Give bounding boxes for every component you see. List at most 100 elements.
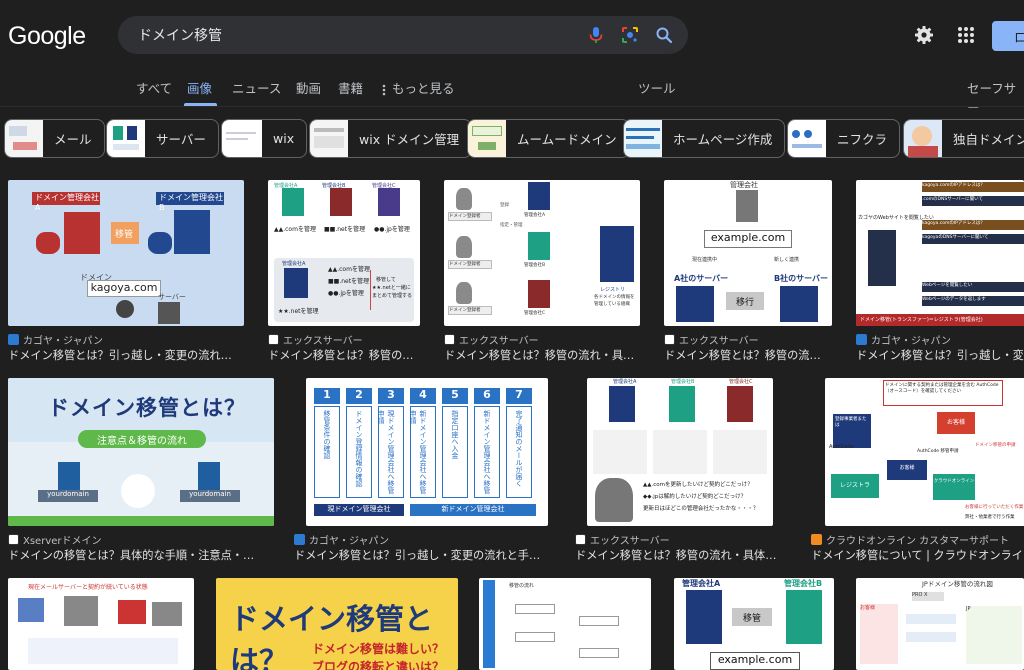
image-result[interactable]: 管理会社 example.com 現在連携中 新しく連携 A社のサーバー B社の… (664, 180, 832, 362)
source-name: エックスサーバー (283, 336, 363, 347)
search-input[interactable] (138, 16, 578, 54)
result-thumbnail[interactable]: 移管の流れ (479, 578, 651, 670)
thumb-text: ▲▲.comを管理 (274, 226, 316, 233)
thumb-text: 管理会社A (682, 579, 721, 588)
result-source[interactable]: エックスサーバー (268, 332, 363, 347)
result-thumbnail[interactable]: JPドメイン移管の流れ図 PRO X お客様 JP (856, 578, 1024, 670)
result-thumbnail[interactable]: 管理会社A 管理会社B 管理会社C ▲▲.comを更新したいけど契約どこだっけ？… (587, 378, 773, 526)
result-title[interactable]: ドメイン移管とは？移管の流… (664, 347, 832, 363)
search-box[interactable] (118, 16, 688, 54)
chip-homepage[interactable]: ホームページ作成 (623, 119, 786, 158)
result-title[interactable]: ドメイン移管とは？移管の流れ・具体… (575, 547, 790, 563)
image-result[interactable]: ドメイン移管とは？ ドメイン移管は難しい？ ブログの移転と違いは？ (216, 578, 458, 670)
tab-images[interactable]: 画像 (187, 78, 212, 97)
result-title[interactable]: ドメイン移管とは？引っ越し・変更の流れと手… (294, 547, 556, 563)
chip-muumuu[interactable]: ムームードメイン (467, 119, 630, 158)
building-icon (736, 190, 758, 222)
result-thumbnail[interactable]: ドメインに関する契約または管理企業を含む AuthCode（オースコード）を確認… (825, 378, 1024, 526)
thumb-text: kagoyaのDNSサーバーに聞いて (922, 234, 1024, 244)
result-source[interactable]: エックスサーバー (664, 332, 759, 347)
image-result[interactable]: 管理会社A 管理会社B 管理会社C ▲▲.comを更新したいけど契約どこだっけ？… (575, 378, 790, 562)
chip-thumbnail (468, 120, 506, 157)
result-source[interactable]: カゴヤ・ジャパン (294, 532, 389, 547)
thumb-text: 管理会社C (729, 379, 753, 385)
apps-grid-icon[interactable] (955, 24, 977, 46)
step-label: ドメイン登録情報の確認 (346, 406, 372, 498)
sign-in-button[interactable]: ロ (992, 21, 1024, 51)
settings-gear-icon[interactable] (913, 24, 935, 46)
result-source[interactable]: クラウドオンライン カスタマーサポート (811, 532, 1009, 547)
thumb-text: yourdomain (38, 490, 98, 502)
thumb-text: 更新日はほどこの管理会社だったかな・・・？ (643, 506, 759, 512)
thumb-text: .comのDNSサーバーに聞いて (922, 196, 1024, 206)
result-source[interactable]: カゴヤ・ジャパン (8, 332, 103, 347)
image-result[interactable]: 1 移管条件の確認 2 ドメイン登録情報の確認 3 現ドメイン管理会社へ移管申請 4 新ドメイ… (294, 378, 556, 562)
chip-thumbnail (107, 120, 145, 157)
thumb-text: まとめて管理する (372, 293, 413, 299)
chip-own-domain[interactable]: 独自ドメイン (903, 119, 1024, 158)
result-title[interactable]: ドメイン移管とは？引っ越し・変更の流れ… (8, 347, 244, 363)
image-result[interactable]: 現在メールサーバーと契約が続いている状態 (8, 578, 194, 670)
result-thumbnail[interactable]: カゴヤのWebサイトを閲覧したい kagoya.comのIPアドレスは？ .co… (856, 180, 1024, 326)
result-title[interactable]: ドメイン移管について | クラウドオンライン (811, 547, 1024, 563)
result-source[interactable]: カゴヤ・ジャパン (856, 332, 951, 347)
tab-books[interactable]: 書籍 (338, 78, 363, 97)
result-source[interactable]: エックスサーバー (575, 532, 670, 547)
thumb-text: ドメイン移管は難しい？ (312, 642, 445, 656)
tab-videos[interactable]: 動画 (296, 78, 321, 97)
tab-news[interactable]: ニュース (232, 78, 281, 97)
thumb-text: レジストリ (600, 287, 626, 293)
result-thumbnail[interactable]: ドメイン移管とは？ ドメイン移管は難しい？ ブログの移転と違いは？ (216, 578, 458, 670)
image-result[interactable]: ドメイン管理会社A ドメイン管理会社B 移管 ドメイン kagoya.com サ… (8, 180, 244, 362)
step-label: 完了通知のメールが届く (506, 406, 532, 498)
search-icon[interactable] (654, 25, 674, 45)
result-thumbnail[interactable]: 管理会社A 管理会社B 管理会社C ▲▲.comを管理 ■■.netを管理 ●●… (268, 180, 420, 326)
image-result[interactable]: 移管の流れ (479, 578, 655, 670)
microphone-icon[interactable] (586, 25, 606, 45)
chip-mail[interactable]: メール (4, 119, 105, 158)
result-source[interactable]: エックスサーバー (444, 332, 539, 347)
image-result[interactable]: ドメインに関する契約または管理企業を含む AuthCode（オースコード）を確認… (811, 378, 1024, 562)
result-thumbnail[interactable]: 1 移管条件の確認 2 ドメイン登録情報の確認 3 現ドメイン管理会社へ移管申請 4 新ドメイ… (306, 378, 548, 526)
safesearch-button[interactable]: セーフサー (967, 78, 1024, 116)
image-result[interactable]: 管理会社A 管理会社B 移管 example.com (674, 578, 834, 670)
result-thumbnail[interactable]: 管理会社 example.com 現在連携中 新しく連携 A社のサーバー B社の… (664, 180, 832, 326)
step-number: 4 (410, 388, 436, 404)
google-logo[interactable]: Google (8, 22, 86, 51)
result-thumbnail[interactable]: 現在メールサーバーと契約が続いている状態 (8, 578, 194, 670)
chip-label: ムームードメイン (517, 132, 617, 147)
chip-thumbnail (904, 120, 942, 157)
result-title[interactable]: ドメイン移管とは？移管の… (268, 347, 420, 363)
result-thumbnail[interactable]: ドメイン管理会社A ドメイン管理会社B 移管 ドメイン kagoya.com サ… (8, 180, 244, 326)
result-title[interactable]: ドメイン移管とは？引っ越し・変 (856, 347, 1024, 363)
thumb-text: ドメイン移管とは？ (48, 396, 246, 420)
result-title[interactable]: ドメイン移管とは？移管の流れ・具… (444, 347, 640, 363)
chip-nifcloud[interactable]: ニフクラ (787, 119, 901, 158)
result-thumbnail[interactable]: 管理会社A 管理会社B 移管 example.com (674, 578, 834, 670)
lens-icon[interactable] (620, 25, 640, 45)
thumb-text: お客様に行っていただく作業 (965, 505, 1024, 510)
thumb-text: 各ドメインの情報を (594, 295, 635, 300)
image-result[interactable]: ドメイン移管とは？ 注意点＆移管の流れ yourdomain yourdomai… (8, 378, 274, 562)
image-result[interactable]: 管理会社A 管理会社B 管理会社C ▲▲.comを管理 ■■.netを管理 ●●… (268, 180, 420, 362)
image-result[interactable]: カゴヤのWebサイトを閲覧したい kagoya.comのIPアドレスは？ .co… (856, 180, 1024, 362)
result-thumbnail[interactable]: ドメイン移管とは？ 注意点＆移管の流れ yourdomain yourdomai… (8, 378, 274, 526)
tab-more[interactable]: もっと見る (392, 78, 455, 97)
result-source[interactable]: Xserverドメイン (8, 532, 102, 547)
chip-server[interactable]: サーバー (106, 119, 219, 158)
result-thumbnail[interactable]: ドメイン登録者 ドメイン登録者 ドメイン登録者 管理会社A 管理会社B 管理会社… (444, 180, 640, 326)
image-result[interactable]: JPドメイン移管の流れ図 PRO X お客様 JP (856, 578, 1024, 670)
building-icon (64, 212, 100, 254)
step-number: 5 (442, 388, 468, 404)
chip-thumbnail (624, 120, 662, 157)
chip-wix[interactable]: wix (221, 119, 308, 158)
tools-button[interactable]: ツール (638, 78, 676, 97)
source-name: カゴヤ・ジャパン (23, 336, 103, 347)
chip-wix-domain[interactable]: wix ドメイン管理 (309, 119, 473, 158)
image-result[interactable]: ドメイン登録者 ドメイン登録者 ドメイン登録者 管理会社A 管理会社B 管理会社… (444, 180, 640, 362)
building-icon (528, 232, 550, 260)
result-title[interactable]: ドメインの移管とは？具体的な手順・注意点・… (8, 547, 274, 563)
building-icon (330, 188, 352, 216)
tab-all[interactable]: すべて (136, 78, 172, 97)
more-vertical-icon[interactable] (382, 81, 386, 100)
